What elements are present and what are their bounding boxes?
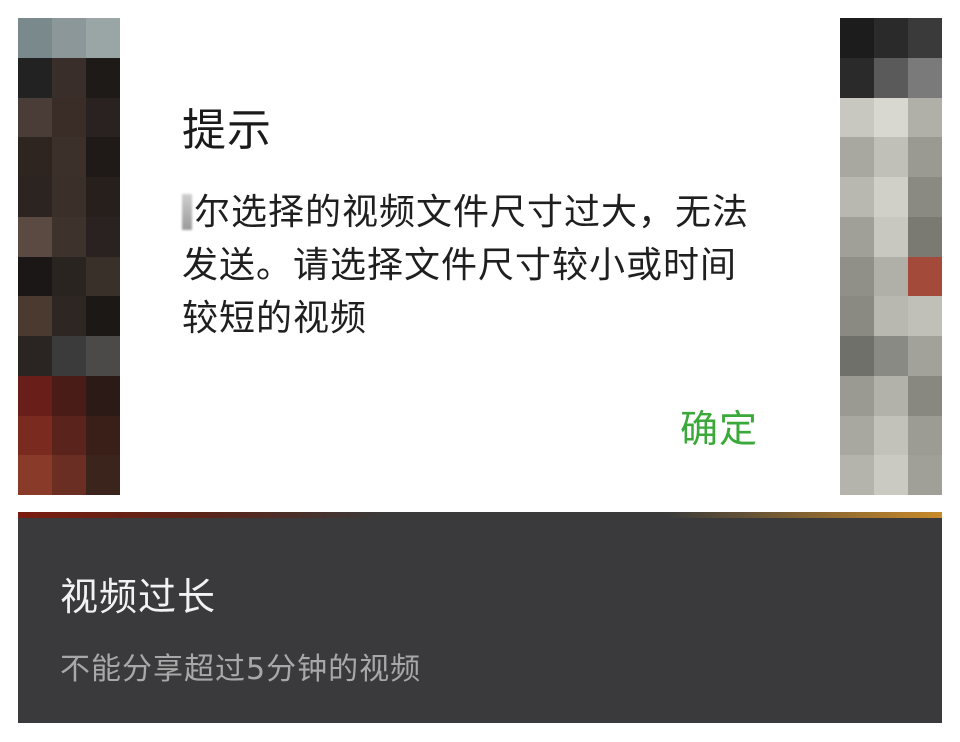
mosaic-block [18,97,52,138]
mosaic-block [86,415,120,456]
mosaic-block [840,57,874,98]
mosaic-block [874,336,908,376]
mosaic-block [874,57,908,98]
mosaic-block [840,256,874,297]
mosaic-block [908,177,942,217]
mosaic-block [840,137,874,177]
mosaic-block [18,296,52,336]
mosaic-block [18,216,52,257]
mosaic-block [52,57,86,98]
confirm-button[interactable]: 确定 [680,398,758,453]
mosaic-block [908,216,942,257]
notice-subtitle: 不能分享超过5分钟的视频 [60,652,422,687]
mosaic-block [86,137,120,177]
notice-title: 视频过长 [60,575,217,619]
mosaic-block [52,296,86,336]
mosaic-block [86,18,120,58]
mosaic-block [908,57,942,98]
notice-card: 视频过长 不能分享超过5分钟的视频 [18,518,942,723]
mosaic-block [874,296,908,336]
mosaic-block [840,296,874,336]
mosaic-block [874,216,908,257]
mosaic-block [908,375,942,416]
screenshot-stage: 提示 尔选择的视频文件尺寸过大，无法发送。请选择文件尺寸较小或时间较短的视频 确… [0,0,960,742]
mosaic-block [874,18,908,58]
mosaic-block [840,18,874,58]
mosaic-block [86,57,120,98]
mosaic-block [18,137,52,177]
mosaic-block [86,216,120,257]
mosaic-block [840,216,874,257]
mosaic-block [86,296,120,336]
mosaic-block [874,177,908,217]
mosaic-block [52,97,86,138]
mosaic-block [840,97,874,138]
dialog-message: 尔选择的视频文件尺寸过大，无法发送。请选择文件尺寸较小或时间较短的视频 [182,186,772,345]
mosaic-block [18,18,52,58]
mosaic-block [86,97,120,138]
mosaic-block [908,137,942,177]
mosaic-block [86,177,120,217]
alert-dialog: 提示 尔选择的视频文件尺寸过大，无法发送。请选择文件尺寸较小或时间较短的视频 确… [120,18,840,495]
mosaic-block [52,455,86,495]
mosaic-block [18,455,52,495]
mosaic-block [18,256,52,297]
mosaic-block [840,455,874,495]
mosaic-block [52,18,86,58]
mosaic-block [874,97,908,138]
mosaic-block [874,415,908,456]
dialog-title: 提示 [182,105,272,156]
blurred-glyph [182,194,192,230]
mosaic-block [874,137,908,177]
mosaic-block [840,375,874,416]
mosaic-block [52,375,86,416]
mosaic-block [86,455,120,495]
mosaic-block [874,256,908,297]
mosaic-block [18,177,52,217]
mosaic-block [18,336,52,376]
mosaic-block [908,455,942,495]
mosaic-block [86,336,120,376]
mosaic-block [908,415,942,456]
mosaic-block [874,375,908,416]
mosaic-block [52,415,86,456]
mosaic-block [18,375,52,416]
mosaic-block [874,455,908,495]
mosaic-block [908,296,942,336]
dialog-message-text: 尔选择的视频文件尺寸过大，无法发送。请选择文件尺寸较小或时间较短的视频 [182,192,750,339]
mosaic-block [52,256,86,297]
mosaic-block [840,177,874,217]
mosaic-block [52,336,86,376]
mosaic-block [52,177,86,217]
mosaic-block [86,375,120,416]
mosaic-block [840,415,874,456]
mosaic-block [840,336,874,376]
mosaic-block [908,256,942,297]
mosaic-block [908,18,942,58]
mosaic-block [18,57,52,98]
mosaic-block [52,216,86,257]
pixelated-video-left [18,18,120,495]
mosaic-block [18,415,52,456]
mosaic-block [86,256,120,297]
mosaic-block [908,336,942,376]
mosaic-block [908,97,942,138]
pixelated-video-right [840,18,942,495]
mosaic-block [52,137,86,177]
